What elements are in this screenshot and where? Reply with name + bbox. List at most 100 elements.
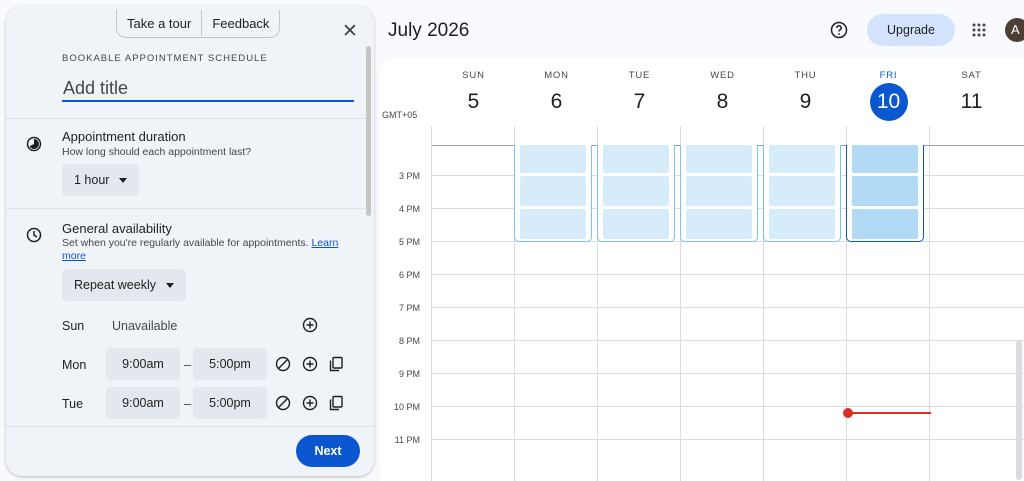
close-icon[interactable]: ✕	[340, 22, 360, 42]
grid-line	[929, 126, 930, 481]
day-name: Mon	[62, 358, 87, 372]
start-time-field[interactable]: 9:00am	[106, 348, 180, 380]
range-dash: –	[184, 358, 191, 372]
time-slot[interactable]	[603, 176, 669, 206]
divider	[6, 118, 366, 119]
add-icon[interactable]	[302, 395, 318, 411]
hour-line	[431, 340, 1024, 341]
availability-block-thu[interactable]	[763, 145, 841, 242]
time-slot[interactable]	[520, 176, 586, 206]
feedback-button[interactable]: Feedback	[201, 10, 279, 36]
time-slot[interactable]	[603, 145, 669, 173]
time-slot[interactable]	[852, 145, 918, 173]
time-slot[interactable]	[520, 209, 586, 239]
day-number[interactable]: 11	[953, 83, 991, 121]
time-slot[interactable]	[686, 176, 752, 206]
hour-label: 5 PM	[398, 237, 420, 247]
time-slot[interactable]	[769, 176, 835, 206]
unavailable-icon[interactable]	[275, 395, 291, 411]
upgrade-button[interactable]: Upgrade	[867, 14, 955, 46]
add-icon[interactable]	[302, 356, 318, 372]
day-number[interactable]: 8	[704, 83, 742, 121]
take-a-tour-button[interactable]: Take a tour	[117, 10, 201, 36]
next-button[interactable]: Next	[296, 435, 360, 467]
unavailable-label: Unavailable	[112, 319, 178, 333]
copy-icon[interactable]	[328, 356, 344, 372]
day-number[interactable]: 9	[787, 83, 825, 121]
time-slot[interactable]	[852, 209, 918, 239]
day-header-wed: WED 8	[681, 58, 764, 128]
unavailable-icon[interactable]	[275, 356, 291, 372]
current-time-dot	[843, 408, 853, 418]
day-row-tue: Tue 9:00am – 5:00pm	[62, 387, 362, 421]
clock-icon	[26, 227, 42, 243]
calendar-scrollbar[interactable]	[1016, 340, 1022, 480]
month-title: July 2026	[388, 20, 470, 41]
hour-line	[431, 406, 1024, 407]
availability-block-fri[interactable]	[846, 145, 924, 242]
duration-dropdown[interactable]: 1 hour	[62, 164, 140, 196]
hour-label: 10 PM	[393, 402, 420, 412]
repeat-dropdown[interactable]: Repeat weekly	[62, 269, 186, 301]
hour-label: 3 PM	[398, 171, 420, 181]
avatar[interactable]: A	[1005, 18, 1024, 42]
panel-scrollbar[interactable]	[366, 46, 371, 216]
availability-block-tue[interactable]	[597, 145, 675, 242]
duration-icon	[26, 136, 42, 152]
grid-line	[431, 126, 432, 481]
day-header-sat: SAT 11	[930, 58, 1013, 128]
panel-footer: Next	[6, 426, 374, 476]
day-of-week: WED	[710, 70, 735, 81]
day-header-fri: FRI 10	[847, 58, 930, 128]
hour-label: 9 PM	[398, 369, 420, 379]
copy-icon[interactable]	[328, 395, 344, 411]
hour-label: 11 PM	[394, 435, 420, 445]
day-of-week: SAT	[961, 70, 982, 81]
divider	[6, 208, 366, 209]
day-header-sun: SUN 5	[432, 58, 515, 128]
hour-label: 8 PM	[398, 336, 420, 346]
top-tabs: Take a tour Feedback	[116, 10, 281, 38]
schedule-type-label: BOOKABLE APPOINTMENT SCHEDULE	[62, 53, 268, 64]
day-number[interactable]: 5	[455, 83, 493, 121]
day-of-week: SUN	[462, 70, 485, 81]
hour-label: 6 PM	[398, 270, 420, 280]
time-slot[interactable]	[686, 209, 752, 239]
time-slot[interactable]	[603, 209, 669, 239]
availability-block-mon[interactable]	[514, 145, 592, 242]
time-slot[interactable]	[769, 145, 835, 173]
day-number[interactable]: 6	[538, 83, 576, 121]
duration-title: Appointment duration	[62, 129, 186, 144]
day-name: Tue	[62, 397, 84, 411]
time-slot[interactable]	[769, 209, 835, 239]
hour-label: 7 PM	[398, 303, 420, 313]
availability-block-wed[interactable]	[680, 145, 758, 242]
hour-line	[431, 274, 1024, 275]
day-row-sun: Sun Unavailable	[62, 309, 362, 343]
end-time-field[interactable]: 5:00pm	[193, 348, 267, 380]
day-number-today[interactable]: 10	[869, 83, 908, 121]
add-icon[interactable]	[302, 317, 318, 333]
end-time-field[interactable]: 5:00pm	[193, 387, 267, 419]
duration-value: 1 hour	[74, 173, 110, 187]
week-calendar: GMT+05 SUN 5 MON 6 TUE 7 WED 8 THU 9 FRI…	[380, 58, 1024, 481]
repeat-value: Repeat weekly	[74, 278, 156, 292]
day-number[interactable]: 7	[621, 83, 659, 121]
schedule-panel: Take a tour Feedback ✕ BOOKABLE APPOINTM…	[6, 6, 374, 476]
chevron-down-icon	[119, 177, 128, 183]
help-icon[interactable]	[830, 21, 848, 39]
hour-label: 4 PM	[398, 204, 420, 214]
day-of-week: MON	[544, 70, 569, 81]
availability-title: General availability	[62, 221, 172, 236]
day-header-tue: TUE 7	[598, 58, 681, 128]
day-row-mon: Mon 9:00am – 5:00pm	[62, 348, 362, 382]
start-time-field[interactable]: 9:00am	[106, 387, 180, 419]
timezone-label: GMT+05	[382, 110, 418, 120]
apps-grid-icon[interactable]	[972, 23, 986, 37]
title-input[interactable]	[62, 76, 354, 102]
time-slot[interactable]	[686, 145, 752, 173]
hour-line	[431, 307, 1024, 308]
chevron-down-icon	[166, 282, 174, 288]
time-slot[interactable]	[520, 145, 586, 173]
time-slot[interactable]	[852, 176, 918, 206]
